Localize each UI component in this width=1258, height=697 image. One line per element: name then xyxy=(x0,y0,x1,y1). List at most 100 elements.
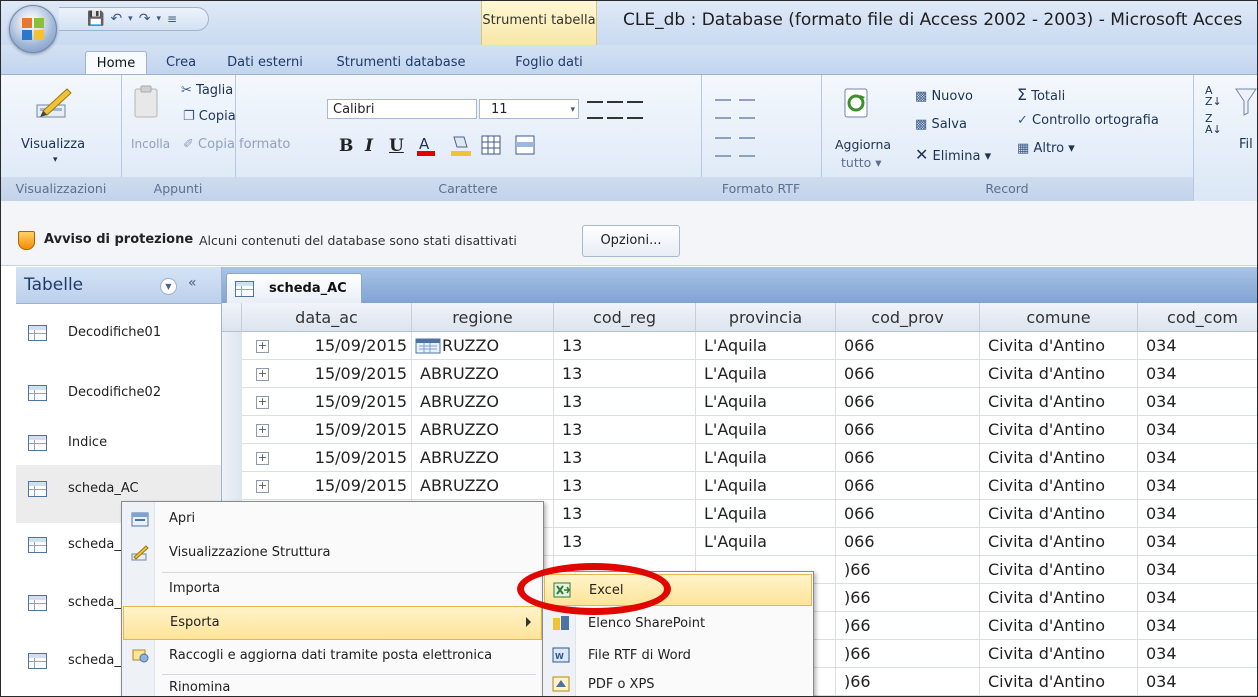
table-cell[interactable]: 034 xyxy=(1138,472,1257,500)
font-name-combo[interactable]: Calibri xyxy=(327,99,477,119)
table-cell[interactable]: 066 xyxy=(836,444,980,472)
sort-descending-icon[interactable]: Z A↓ xyxy=(1205,113,1222,135)
table-cell[interactable]: 13 xyxy=(554,500,696,528)
table-cell[interactable]: 034 xyxy=(1138,668,1257,696)
table-cell[interactable]: 13 xyxy=(554,472,696,500)
alternate-row-color-icon[interactable] xyxy=(515,135,535,155)
align-right-icon[interactable] xyxy=(627,101,643,119)
indent-increase-icon[interactable] xyxy=(739,99,755,119)
table-cell[interactable]: L'Aquila xyxy=(696,388,836,416)
table-cell[interactable]: L'Aquila xyxy=(696,360,836,388)
table-cell[interactable]: Civita d'Antino xyxy=(980,584,1138,612)
submenu-item-word-rtf[interactable]: W File RTF di Word xyxy=(544,640,812,672)
row-selector[interactable] xyxy=(222,472,242,501)
column-header[interactable]: data_ac xyxy=(242,303,412,332)
align-center-icon[interactable] xyxy=(607,101,623,119)
italic-button[interactable]: I xyxy=(365,135,373,157)
font-color-icon[interactable]: A xyxy=(415,133,439,157)
table-cell[interactable]: Civita d'Antino xyxy=(980,444,1138,472)
table-cell[interactable]: 034 xyxy=(1138,612,1257,640)
column-header[interactable]: comune xyxy=(980,303,1138,332)
underline-button[interactable]: U xyxy=(389,135,404,157)
table-cell[interactable]: 15/09/2015 xyxy=(242,360,412,388)
table-cell[interactable]: Civita d'Antino xyxy=(980,640,1138,668)
paste-icon[interactable] xyxy=(133,85,159,119)
table-cell[interactable]: ABRUZZO xyxy=(412,416,554,444)
table-cell[interactable]: 066 xyxy=(836,472,980,500)
table-cell[interactable]: Civita d'Antino xyxy=(980,332,1138,360)
table-cell[interactable]: )66 xyxy=(836,612,980,640)
table-cell[interactable]: Civita d'Antino xyxy=(980,360,1138,388)
column-header[interactable]: regione xyxy=(412,303,554,332)
table-cell[interactable]: 034 xyxy=(1138,444,1257,472)
table-cell[interactable]: 13 xyxy=(554,416,696,444)
submenu-item-pdf-xps[interactable]: PDF o XPS xyxy=(544,672,812,696)
tab-datasheet[interactable]: Foglio dati xyxy=(505,51,593,74)
chevron-down-icon[interactable]: ▼ xyxy=(160,278,177,295)
table-cell[interactable]: Civita d'Antino xyxy=(980,416,1138,444)
table-cell[interactable]: 034 xyxy=(1138,500,1257,528)
sort-ascending-icon[interactable]: A Z↓ xyxy=(1205,85,1222,107)
row-selector[interactable] xyxy=(222,360,242,389)
table-cell[interactable]: )66 xyxy=(836,668,980,696)
font-size-combo[interactable]: 11 ▾ xyxy=(479,99,579,119)
table-cell[interactable]: L'Aquila xyxy=(696,528,836,556)
cut-button[interactable]: ✂ Taglia xyxy=(181,83,233,98)
table-cell[interactable]: Civita d'Antino xyxy=(980,528,1138,556)
customize-qat-icon[interactable]: ≡ xyxy=(167,12,177,26)
table-cell[interactable]: L'Aquila xyxy=(696,472,836,500)
dropdown-icon[interactable]: ▾ xyxy=(156,14,161,24)
copy-button[interactable]: ❐ Copia xyxy=(183,109,236,124)
table-cell[interactable]: 066 xyxy=(836,528,980,556)
totals-button[interactable]: Σ Totali xyxy=(1017,85,1065,104)
menu-item-rename[interactable]: Rinomina xyxy=(123,675,542,696)
table-cell[interactable]: Civita d'Antino xyxy=(980,668,1138,696)
filter-button[interactable]: Fil xyxy=(1239,137,1253,152)
table-cell[interactable]: Civita d'Antino xyxy=(980,472,1138,500)
align-left-icon[interactable] xyxy=(587,101,603,119)
table-cell[interactable]: 066 xyxy=(836,332,980,360)
table-cell[interactable]: ABRUZZO xyxy=(412,472,554,500)
nav-item-decodifiche02[interactable]: Decodifiche02 xyxy=(16,361,221,419)
paste-button[interactable]: Incolla xyxy=(131,137,170,151)
table-cell[interactable]: 034 xyxy=(1138,640,1257,668)
column-header[interactable]: provincia xyxy=(696,303,836,332)
table-cell[interactable]: ABRUZZO xyxy=(412,444,554,472)
save-icon[interactable]: 💾 xyxy=(87,11,104,27)
table-cell[interactable]: 13 xyxy=(554,388,696,416)
table-cell[interactable]: )66 xyxy=(836,584,980,612)
table-cell[interactable]: ABRUZZO xyxy=(412,388,554,416)
table-cell[interactable]: 13 xyxy=(554,528,696,556)
table-cell[interactable]: 066 xyxy=(836,360,980,388)
table-cell[interactable]: 034 xyxy=(1138,556,1257,584)
tab-scheda-ac[interactable]: scheda_AC xyxy=(226,273,362,304)
view-button[interactable]: Visualizza xyxy=(21,137,85,152)
table-cell[interactable]: 066 xyxy=(836,416,980,444)
row-selector[interactable] xyxy=(222,444,242,473)
table-cell[interactable]: )66 xyxy=(836,556,980,584)
table-cell[interactable]: L'Aquila xyxy=(696,332,836,360)
table-cell[interactable]: 034 xyxy=(1138,388,1257,416)
table-cell[interactable]: )66 xyxy=(836,640,980,668)
column-header[interactable]: cod_com xyxy=(1138,303,1257,332)
view-icon[interactable] xyxy=(35,85,73,121)
table-cell[interactable]: 13 xyxy=(554,360,696,388)
tab-database-tools[interactable]: Strumenti database xyxy=(327,51,475,74)
table-cell[interactable]: 066 xyxy=(836,388,980,416)
dropdown-icon[interactable]: ▾ xyxy=(128,14,133,24)
table-cell[interactable]: 13 xyxy=(554,332,696,360)
table-cell[interactable]: 15/09/2015 xyxy=(242,444,412,472)
table-cell[interactable]: L'Aquila xyxy=(696,500,836,528)
submenu-item-excel[interactable]: Excel xyxy=(544,574,812,606)
undo-icon[interactable]: ↶ xyxy=(110,11,122,27)
menu-item-open[interactable]: Apri xyxy=(123,503,542,537)
bold-button[interactable]: B xyxy=(339,135,353,157)
table-cell[interactable]: L'Aquila xyxy=(696,444,836,472)
row-selector[interactable] xyxy=(222,332,242,361)
options-button[interactable]: Opzioni... xyxy=(582,225,680,257)
menu-item-design-view[interactable]: Visualizzazione Struttura xyxy=(123,537,542,571)
table-cell[interactable]: 13 xyxy=(554,444,696,472)
save-record-button[interactable]: ▩ Salva xyxy=(915,117,967,132)
collapse-pane-icon[interactable]: « xyxy=(188,275,197,291)
table-cell[interactable]: 15/09/2015 xyxy=(242,416,412,444)
